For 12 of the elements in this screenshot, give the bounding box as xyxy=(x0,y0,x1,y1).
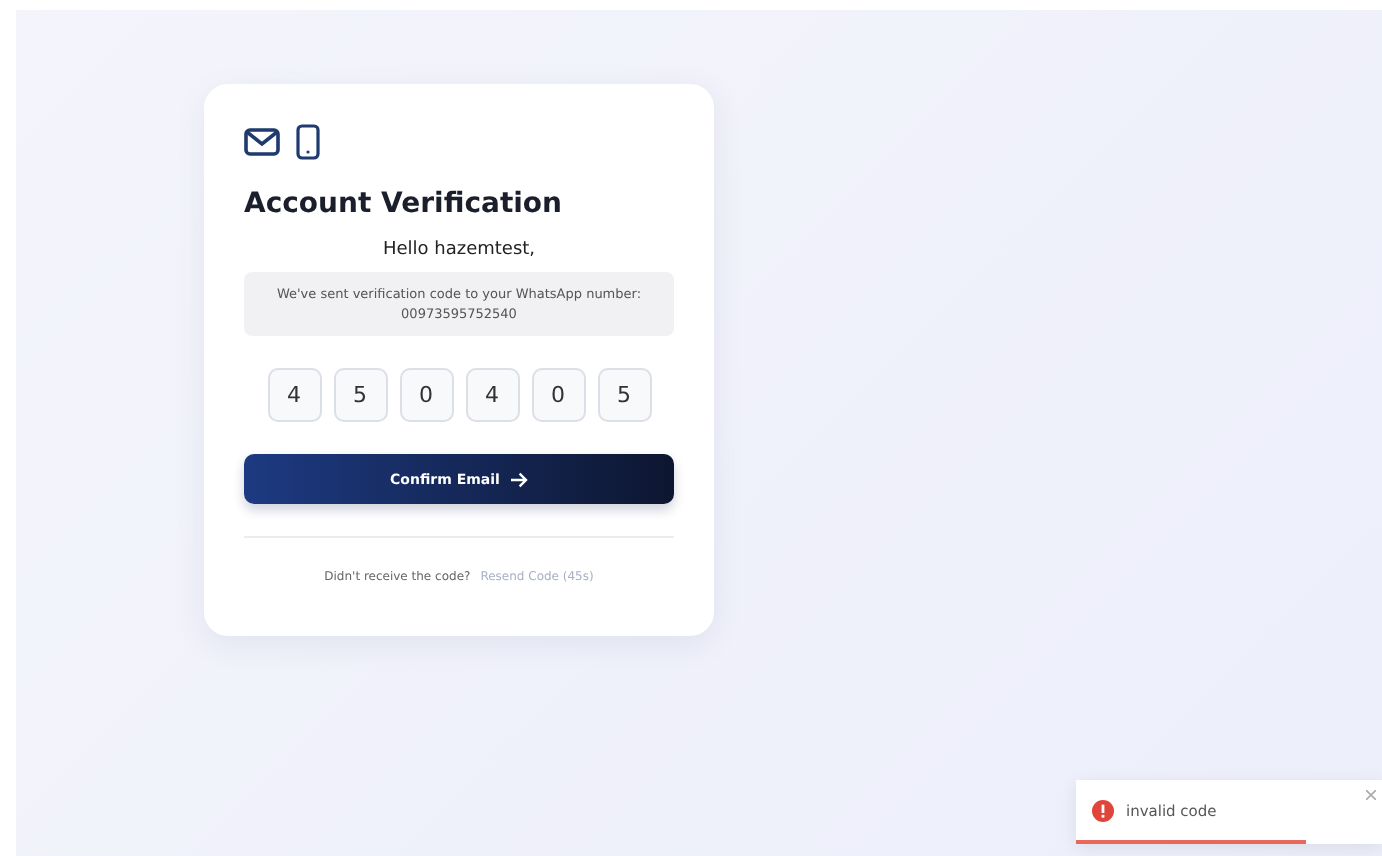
code-digit-field[interactable]: 5 xyxy=(333,368,387,422)
arrow-right-icon xyxy=(509,471,528,487)
error-icon xyxy=(1092,800,1114,822)
code-digit-field[interactable]: 0 xyxy=(531,368,585,422)
greeting-text: Hello hazemtest, xyxy=(380,240,538,260)
phone-icon[interactable] xyxy=(296,124,320,160)
code-digit-field[interactable]: 5 xyxy=(597,368,651,422)
code-digit-field[interactable]: 0 xyxy=(399,368,453,422)
mail-icon[interactable] xyxy=(244,128,280,156)
code-digit-field[interactable]: 4 xyxy=(465,368,519,422)
card-title: Account Verification xyxy=(244,188,565,220)
code-digit-field[interactable]: 4 xyxy=(267,368,321,422)
